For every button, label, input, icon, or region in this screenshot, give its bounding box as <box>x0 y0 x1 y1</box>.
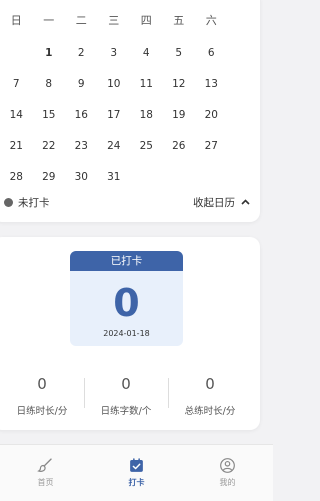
weekday-fri: 五 <box>173 14 185 27</box>
stat-daily-characters: 0 日练字数/个 <box>84 374 168 417</box>
calendar-day[interactable]: 20 <box>195 107 228 123</box>
calendar-day[interactable]: 7 <box>0 76 33 92</box>
calendar-week: 21 22 23 24 25 26 27 <box>0 138 252 154</box>
checkin-badge: 已打卡 0 2024-01-18 <box>70 251 183 346</box>
calendar-day[interactable]: 10 <box>98 76 131 92</box>
stat-value: 0 <box>121 375 131 393</box>
collapse-calendar-button[interactable]: 收起日历 <box>193 195 250 210</box>
legend-not-checked: 未打卡 <box>4 195 50 210</box>
stat-label: 日练时长/分 <box>16 406 68 417</box>
calendar-day[interactable]: 4 <box>130 45 163 61</box>
tab-mine[interactable]: 我的 <box>182 445 273 501</box>
checkin-card: 已打卡 0 2024-01-18 0 日练时长/分 0 日练字数/个 0 总练时… <box>0 237 260 430</box>
calendar-card: 日 一 二 三 四 五 六 1 2 3 4 5 6 7 8 9 10 11 12… <box>0 0 260 222</box>
calendar-check-icon <box>130 458 143 472</box>
calendar-day[interactable]: 24 <box>98 138 131 154</box>
calendar-day[interactable]: 8 <box>33 76 66 92</box>
weekday-mon: 一 <box>43 14 55 27</box>
bottom-tab-bar: 首页 打卡 我的 <box>0 444 273 501</box>
calendar-day[interactable]: 1 <box>33 45 66 61</box>
stat-label: 总练时长/分 <box>184 406 236 417</box>
chevron-up-icon <box>241 197 250 208</box>
calendar-day[interactable]: 14 <box>0 107 33 123</box>
calendar-day[interactable]: 26 <box>163 138 196 154</box>
collapse-calendar-label: 收起日历 <box>193 197 235 209</box>
calendar-day[interactable]: 19 <box>163 107 196 123</box>
calendar-day[interactable]: 29 <box>33 169 66 185</box>
weekday-tue: 二 <box>75 14 87 27</box>
calendar-day[interactable]: 25 <box>130 138 163 154</box>
checkin-count: 0 <box>113 281 140 325</box>
calendar-day[interactable]: 2 <box>65 45 98 61</box>
stat-value: 0 <box>37 375 47 393</box>
checkin-status: 已打卡 <box>70 251 183 271</box>
calendar-day[interactable]: 12 <box>163 76 196 92</box>
calendar-day[interactable]: 3 <box>98 45 131 61</box>
calendar-week: 7 8 9 10 11 12 13 <box>0 76 252 92</box>
brush-icon <box>37 458 52 472</box>
calendar-week: 14 15 16 17 18 19 20 <box>0 107 252 123</box>
calendar-day[interactable]: 9 <box>65 76 98 92</box>
calendar-day[interactable]: 11 <box>130 76 163 92</box>
legend-label: 未打卡 <box>18 197 50 209</box>
weekday-thu: 四 <box>140 14 152 27</box>
stat-total-minutes: 0 总练时长/分 <box>168 374 252 417</box>
calendar-day[interactable]: 30 <box>65 169 98 185</box>
calendar-day[interactable]: 13 <box>195 76 228 92</box>
calendar-day[interactable]: 6 <box>195 45 228 61</box>
calendar-day[interactable]: 18 <box>130 107 163 123</box>
stat-value: 0 <box>205 375 215 393</box>
calendar-day[interactable]: 15 <box>33 107 66 123</box>
calendar-day[interactable]: 16 <box>65 107 98 123</box>
user-icon <box>220 458 235 473</box>
tab-home[interactable]: 首页 <box>0 445 91 501</box>
calendar-day[interactable]: 27 <box>195 138 228 154</box>
calendar-day[interactable]: 21 <box>0 138 33 154</box>
tab-home-label: 首页 <box>37 478 54 487</box>
stat-daily-minutes: 0 日练时长/分 <box>0 374 84 417</box>
checkin-date: 2024-01-18 <box>103 329 150 338</box>
calendar-week: 28 29 30 31 <box>0 169 252 185</box>
calendar-day[interactable]: 5 <box>163 45 196 61</box>
weekday-wed: 三 <box>108 14 120 27</box>
weekday-header: 日 一 二 三 四 五 六 <box>0 12 252 28</box>
calendar-day[interactable]: 23 <box>65 138 98 154</box>
tab-checkin[interactable]: 打卡 <box>91 445 182 501</box>
tab-mine-label: 我的 <box>219 478 236 487</box>
stats-row: 0 日练时长/分 0 日练字数/个 0 总练时长/分 <box>0 374 252 417</box>
calendar-day[interactable]: 31 <box>98 169 131 185</box>
stat-label: 日练字数/个 <box>100 406 152 417</box>
calendar-day[interactable]: 17 <box>98 107 131 123</box>
calendar-day[interactable]: 28 <box>0 169 33 185</box>
weekday-sun: 日 <box>10 14 22 27</box>
calendar-day[interactable]: 22 <box>33 138 66 154</box>
legend-dot <box>4 198 13 207</box>
weekday-sat: 六 <box>205 14 217 27</box>
tab-checkin-label: 打卡 <box>128 478 145 487</box>
calendar-week: 1 2 3 4 5 6 <box>0 45 252 61</box>
